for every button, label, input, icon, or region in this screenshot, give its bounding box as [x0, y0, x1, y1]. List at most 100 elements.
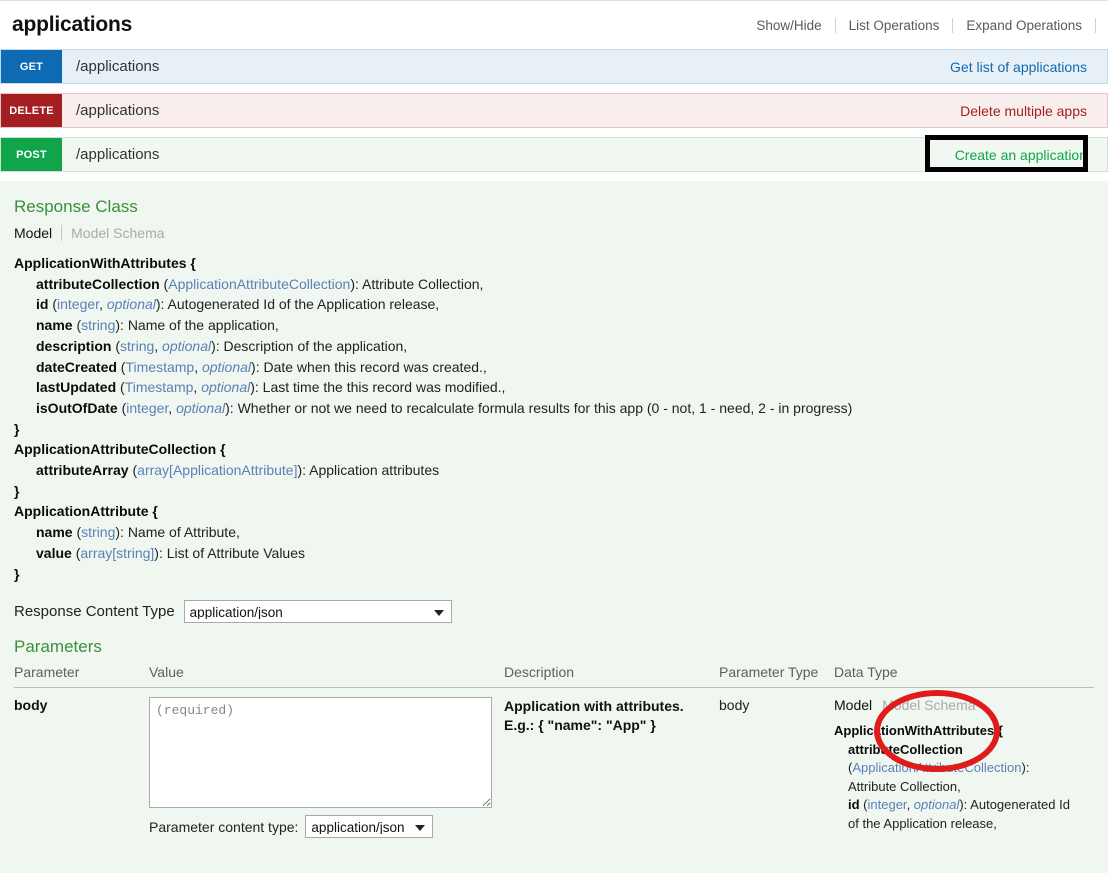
signature-line: name (string): Name of Attribute, [14, 522, 1094, 543]
signature-token-link[interactable]: ApplicationAttributeCollection [168, 276, 350, 292]
parameter-description-line1: Application with attributes. [504, 697, 719, 716]
response-class-heading: Response Class [14, 197, 1094, 217]
signature-token-plain: ): Name of Attribute, [115, 524, 240, 540]
signature-token-plain: , [168, 400, 176, 416]
signature-line: dateCreated (Timestamp, optional): Date … [14, 357, 1094, 378]
body-input[interactable] [149, 697, 492, 808]
operation-row-delete[interactable]: DELETE /applications Delete multiple app… [0, 93, 1108, 128]
signature-token-plain: ): Description of the application, [211, 338, 407, 354]
parameters-table-header-row: Parameter Value Description Parameter Ty… [14, 661, 1094, 688]
signature-line: Attribute Collection, [834, 778, 1094, 797]
operation-path-post[interactable]: /applications [62, 138, 955, 171]
signature-token-name: ApplicationAttribute [14, 503, 149, 519]
signature-token-brace: { [216, 441, 225, 457]
operation-detail-post: Response Class Model Model Schema Applic… [0, 181, 1108, 873]
signature-token-plain: ( [111, 338, 120, 354]
signature-line: } [14, 419, 1094, 440]
resource-header: applications Show/Hide List Operations E… [0, 0, 1108, 49]
signature-line: ApplicationWithAttributes { [834, 722, 1094, 741]
cell-parameter-value: Parameter content type: application/json [149, 688, 504, 839]
signature-line: description (string, optional): Descript… [14, 336, 1094, 357]
swagger-ui-page: applications Show/Hide List Operations E… [0, 0, 1108, 873]
signature-token-type: string [81, 317, 115, 333]
signature-token-prop: isOutOfDate [36, 400, 118, 416]
data-type-tabs: Model Model Schema [834, 697, 1094, 713]
signature-token-plain: ): List of Attribute Values [154, 545, 305, 561]
operation-summary-delete[interactable]: Delete multiple apps [960, 94, 1107, 127]
signature-token-brace: } [14, 566, 19, 582]
resource-header-links: Show/Hide List Operations Expand Operati… [743, 18, 1096, 33]
signature-line: isOutOfDate (integer, optional): Whether… [14, 398, 1094, 419]
signature-line: lastUpdated (Timestamp, optional): Last … [14, 377, 1094, 398]
parameter-content-type-select-wrap: application/json [305, 815, 433, 838]
column-header-parameter-type: Parameter Type [719, 661, 834, 688]
signature-token-plain: ( [118, 400, 127, 416]
signature-line: ApplicationAttribute { [14, 501, 1094, 522]
signature-token-prop: attributeArray [36, 462, 129, 478]
column-header-value: Value [149, 661, 504, 688]
signature-token-opt: optional [914, 797, 960, 812]
signature-token-plain: , [907, 797, 914, 812]
signature-token-link[interactable]: array[ApplicationAttribute] [137, 462, 297, 478]
table-row: body Parameter content type: application… [14, 688, 1094, 839]
signature-token-type: string [120, 338, 154, 354]
signature-line: value (array[string]): List of Attribute… [14, 543, 1094, 564]
signature-token-type: Timestamp [125, 359, 194, 375]
signature-token-prop: name [36, 524, 73, 540]
tab-model[interactable]: Model [14, 225, 62, 241]
operation-path-delete[interactable]: /applications [62, 94, 960, 127]
signature-token-plain: ): Last time the this record was modifie… [250, 379, 505, 395]
signature-line: of the Application release, [834, 815, 1094, 834]
signature-token-type: integer [868, 797, 907, 812]
signature-token-prop: dateCreated [36, 359, 117, 375]
signature-token-plain: ( [860, 797, 868, 812]
show-hide-link[interactable]: Show/Hide [743, 18, 834, 33]
parameter-type-value: body [719, 697, 749, 713]
list-operations-link[interactable]: List Operations [836, 18, 953, 33]
tab-model-schema[interactable]: Model Schema [62, 225, 164, 241]
operation-row-post[interactable]: POST /applications Create an application [0, 137, 1108, 172]
signature-token-link[interactable]: array[string] [80, 545, 154, 561]
tab-model-schema[interactable]: Model Schema [882, 697, 975, 713]
operation-row-get[interactable]: GET /applications Get list of applicatio… [0, 49, 1108, 84]
signature-line: id (integer, optional): Autogenerated Id… [14, 294, 1094, 315]
signature-token-name: ApplicationAttributeCollection [14, 441, 216, 457]
operation-summary-post[interactable]: Create an application [955, 138, 1107, 171]
expand-operations-link[interactable]: Expand Operations [953, 18, 1095, 33]
column-header-description: Description [504, 661, 719, 688]
signature-token-plain: ): Whether or not we need to recalculate… [225, 400, 852, 416]
signature-token-plain: Attribute Collection, [848, 779, 961, 794]
tab-model[interactable]: Model [834, 697, 882, 713]
signature-token-opt: optional [162, 338, 211, 354]
response-class-tabs: Model Model Schema [14, 225, 1094, 241]
signature-token-prop: attributeCollection [36, 276, 160, 292]
signature-line: attributeCollection (ApplicationAttribut… [14, 274, 1094, 295]
signature-line: } [14, 564, 1094, 585]
signature-token-plain: , [99, 296, 107, 312]
signature-token-brace: { [187, 255, 196, 271]
parameters-table: Parameter Value Description Parameter Ty… [14, 661, 1094, 838]
parameter-description-line2: E.g.: { "name": "App" } [504, 716, 719, 735]
divider [1095, 18, 1096, 33]
response-model-signature: ApplicationWithAttributes { attributeColl… [14, 253, 1094, 584]
signature-token-name: ApplicationWithAttributes [14, 255, 187, 271]
parameter-content-type-select[interactable]: application/json [305, 815, 433, 838]
operation-summary-get[interactable]: Get list of applications [950, 50, 1107, 83]
signature-token-opt: optional [176, 400, 225, 416]
cell-description: Application with attributes. E.g.: { "na… [504, 688, 719, 839]
operation-path-get[interactable]: /applications [62, 50, 950, 83]
signature-token-prop: lastUpdated [36, 379, 116, 395]
signature-line: name (string): Name of the application, [14, 315, 1094, 336]
signature-token-plain: ): [1021, 760, 1029, 775]
parameters-heading: Parameters [14, 637, 1094, 657]
parameter-content-type-row: Parameter content type: application/json [149, 815, 504, 838]
signature-token-brace: } [14, 421, 19, 437]
signature-token-link[interactable]: ApplicationAttributeCollection [852, 760, 1021, 775]
signature-token-prop: name [36, 317, 73, 333]
cell-parameter-type: body [719, 688, 834, 839]
cell-data-type: Model Model Schema ApplicationWithAttrib… [834, 688, 1094, 839]
parameter-name: body [14, 697, 47, 713]
signature-token-plain: of the Application release, [848, 816, 997, 831]
response-content-type-select[interactable]: application/json [184, 600, 452, 623]
signature-token-plain: ): Application attributes [297, 462, 439, 478]
